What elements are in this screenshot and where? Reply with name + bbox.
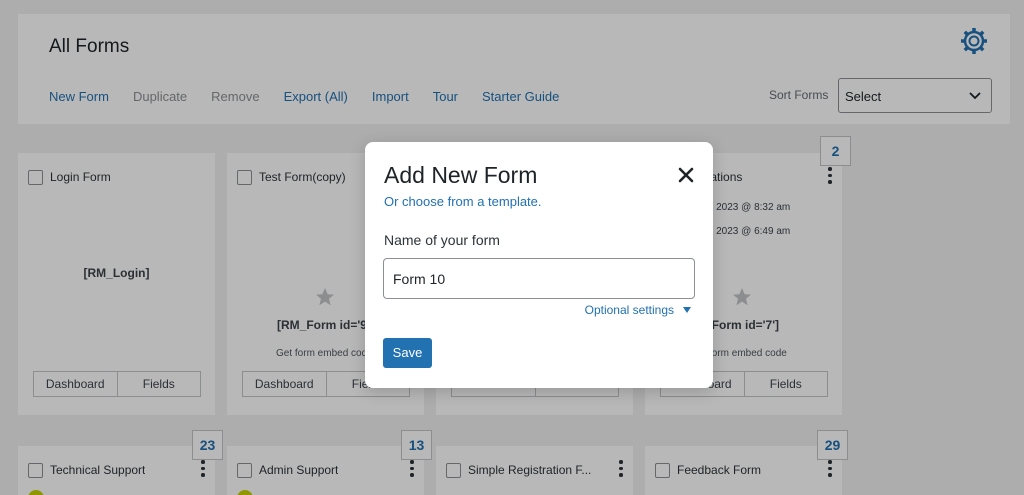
modal-title: Add New Form [384,162,538,188]
optional-settings-toggle[interactable]: Optional settings [585,303,692,317]
optional-settings-label: Optional settings [584,303,674,317]
form-name-label: Name of your form [384,232,500,248]
choose-template-link[interactable]: Or choose from a template. [384,194,542,209]
form-name-input[interactable]: Form 10 [383,258,695,299]
caret-down-icon [683,307,691,313]
close-icon[interactable] [678,167,694,183]
add-new-form-modal: Add New Form Or choose from a template. … [365,142,713,388]
save-button[interactable]: Save [383,338,432,368]
